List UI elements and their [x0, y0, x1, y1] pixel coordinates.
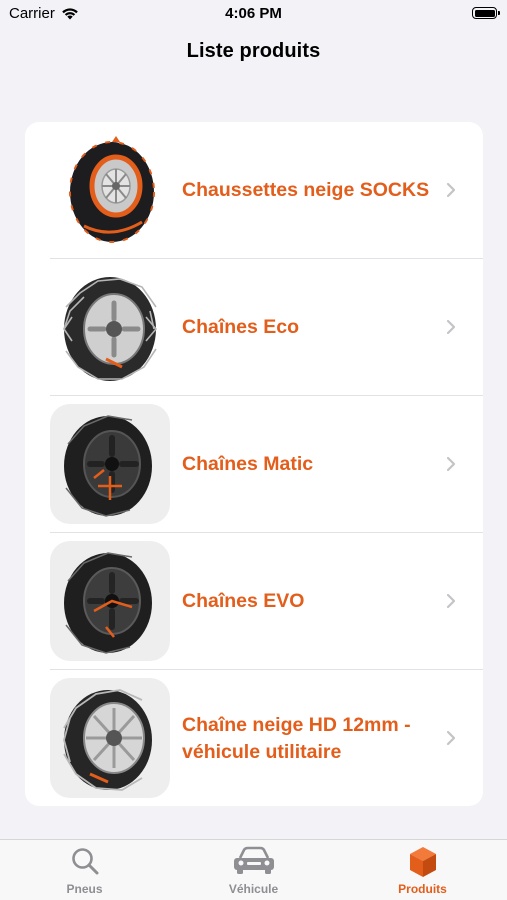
chevron-right-icon	[446, 593, 456, 609]
product-label: Chaînes Eco	[182, 316, 300, 338]
search-icon	[71, 848, 98, 875]
chevron-right-icon	[446, 456, 456, 472]
product-row-socks[interactable]: Chaussettes neige SOCKS	[25, 122, 483, 259]
car-icon	[233, 846, 274, 874]
snow-socks-image	[50, 130, 170, 250]
snow-chain-evo-image	[50, 541, 170, 661]
tab-label: Produits	[398, 882, 447, 896]
box-icon	[409, 847, 436, 877]
tab-pneus[interactable]: Pneus	[0, 840, 169, 900]
snow-chain-hd-image	[50, 678, 170, 798]
product-row-matic[interactable]: Chaînes Matic	[25, 396, 483, 533]
product-label: Chaussettes neige SOCKS	[182, 179, 430, 201]
chevron-right-icon	[446, 182, 456, 198]
tab-vehicule[interactable]: Véhicule	[169, 840, 338, 900]
tab-produits[interactable]: Produits	[338, 840, 507, 900]
snow-chain-matic-image	[50, 404, 170, 524]
tab-label: Véhicule	[228, 882, 279, 896]
product-row-evo[interactable]: Chaînes EVO	[25, 533, 483, 670]
battery-icon	[472, 7, 500, 19]
product-label: Chaîne neige HD 12mm - véhicule utilitai…	[182, 713, 411, 763]
product-list: Chaussettes neige SOCKS Chaînes Eco Chaî…	[25, 122, 483, 806]
status-time: 4:06 PM	[225, 5, 282, 22]
product-row-hd[interactable]: Chaîne neige HD 12mm - véhicule utilitai…	[25, 670, 483, 806]
chevron-right-icon	[446, 730, 456, 746]
product-label: Chaînes Matic	[182, 453, 314, 475]
status-bar: Carrier 4:06 PM	[0, 0, 507, 28]
snow-chain-eco-image	[50, 267, 170, 387]
product-label: Chaînes EVO	[182, 590, 305, 612]
page-title: Liste produits	[186, 40, 321, 62]
tab-bar: Pneus Véhicule Produits	[0, 839, 507, 900]
chevron-right-icon	[446, 319, 456, 335]
tab-label: Pneus	[66, 882, 103, 896]
product-row-eco[interactable]: Chaînes Eco	[25, 259, 483, 396]
